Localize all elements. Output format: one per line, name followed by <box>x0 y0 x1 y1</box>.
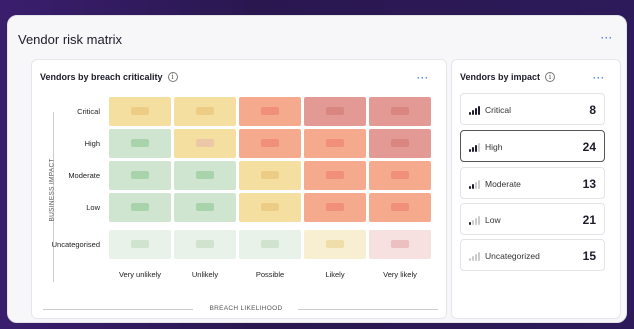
matrix-panel-title: Vendors by breach criticality i <box>40 72 178 82</box>
column-label: Likely <box>325 270 345 279</box>
matrix-cell[interactable] <box>304 161 366 190</box>
matrix-cell[interactable] <box>239 161 301 190</box>
impact-panel-title: Vendors by impact i <box>460 72 556 82</box>
cell-count-pill <box>391 171 409 179</box>
signal-bars-icon <box>469 142 483 152</box>
cell-count-pill <box>196 171 214 179</box>
matrix-cell[interactable] <box>174 161 236 190</box>
info-icon[interactable]: i <box>167 72 178 82</box>
impact-item-label: High <box>485 142 503 152</box>
cell-count-pill <box>196 107 214 115</box>
cell-count-pill <box>391 240 409 248</box>
impact-more-menu-button[interactable]: ··· <box>593 74 605 83</box>
row-label: Low <box>86 203 100 212</box>
cell-count-pill <box>391 107 409 115</box>
info-icon[interactable]: i <box>545 72 556 82</box>
x-axis-label: BREACH LIKELIHOOD <box>196 305 296 312</box>
impact-item-moderate[interactable]: Moderate 13 <box>460 167 605 199</box>
matrix-cell[interactable] <box>304 129 366 158</box>
matrix-cell[interactable] <box>369 129 431 158</box>
impact-item-count: 24 <box>582 140 596 154</box>
impact-item-count: 8 <box>589 103 596 117</box>
matrix-cell[interactable] <box>239 193 301 222</box>
matrix-cell[interactable] <box>239 97 301 126</box>
impact-item-label: Critical <box>485 105 511 115</box>
cell-count-pill <box>391 203 409 211</box>
cell-count-pill <box>261 171 279 179</box>
cell-count-pill <box>131 107 149 115</box>
signal-bars-icon <box>469 105 483 115</box>
vendor-risk-card: Vendor risk matrix ··· Vendors by breach… <box>7 15 627 323</box>
column-label: Possible <box>255 270 285 279</box>
cell-count-pill <box>391 139 409 147</box>
row-label: Uncategorised <box>51 240 100 249</box>
cell-count-pill <box>131 240 149 248</box>
matrix-cell[interactable] <box>369 193 431 222</box>
matrix-cell[interactable] <box>174 230 236 259</box>
row-label: Critical <box>77 107 100 116</box>
cell-count-pill <box>326 139 344 147</box>
impact-item-label: Uncategorized <box>485 251 540 261</box>
row-label: Moderate <box>68 171 100 180</box>
matrix-cell[interactable] <box>304 97 366 126</box>
column-label: Very unlikely <box>118 270 162 279</box>
matrix-cell[interactable] <box>109 129 171 158</box>
matrix-cell[interactable] <box>174 129 236 158</box>
column-label: Very likely <box>383 270 417 279</box>
matrix-cell[interactable] <box>304 193 366 222</box>
x-axis-line-left <box>43 309 193 310</box>
matrix-title-text: Vendors by breach criticality <box>40 72 163 82</box>
matrix-cell[interactable] <box>109 161 171 190</box>
card-more-menu-button[interactable]: ··· <box>601 34 613 43</box>
impact-item-critical[interactable]: Critical 8 <box>460 93 605 125</box>
signal-bars-icon <box>469 215 483 225</box>
impact-title-text: Vendors by impact <box>460 72 541 82</box>
cell-count-pill <box>326 240 344 248</box>
matrix-cell[interactable] <box>109 97 171 126</box>
cell-count-pill <box>196 203 214 211</box>
matrix-cell[interactable] <box>239 129 301 158</box>
impact-item-label: Moderate <box>485 179 521 189</box>
impact-item-low[interactable]: Low 21 <box>460 203 605 235</box>
impact-item-count: 13 <box>582 177 596 191</box>
cell-count-pill <box>131 171 149 179</box>
impact-item-uncategorized[interactable]: Uncategorized 15 <box>460 239 605 271</box>
impact-item-label: Low <box>485 215 501 225</box>
matrix-cell[interactable] <box>174 97 236 126</box>
cell-count-pill <box>196 139 214 147</box>
matrix-cell[interactable] <box>369 97 431 126</box>
cell-count-pill <box>131 203 149 211</box>
cell-count-pill <box>326 171 344 179</box>
signal-bars-icon <box>469 179 483 189</box>
x-axis-line-right <box>298 309 438 310</box>
matrix-cell[interactable] <box>369 230 431 259</box>
signal-bars-icon <box>469 251 483 261</box>
impact-item-high[interactable]: High 24 <box>460 130 605 162</box>
matrix-cell[interactable] <box>109 193 171 222</box>
cell-count-pill <box>326 203 344 211</box>
cell-count-pill <box>261 107 279 115</box>
matrix-cell[interactable] <box>369 161 431 190</box>
impact-item-count: 21 <box>582 213 596 227</box>
matrix-cell[interactable] <box>109 230 171 259</box>
matrix-more-menu-button[interactable]: ··· <box>417 74 429 83</box>
cell-count-pill <box>326 107 344 115</box>
page-title: Vendor risk matrix <box>18 32 123 47</box>
cell-count-pill <box>261 240 279 248</box>
matrix-cell[interactable] <box>239 230 301 259</box>
cell-count-pill <box>196 240 214 248</box>
matrix-cell[interactable] <box>174 193 236 222</box>
column-label: Unlikely <box>191 270 219 279</box>
cell-count-pill <box>261 203 279 211</box>
impact-item-count: 15 <box>582 249 596 263</box>
cell-count-pill <box>131 139 149 147</box>
matrix-cell[interactable] <box>304 230 366 259</box>
row-label: High <box>84 139 100 148</box>
cell-count-pill <box>261 139 279 147</box>
